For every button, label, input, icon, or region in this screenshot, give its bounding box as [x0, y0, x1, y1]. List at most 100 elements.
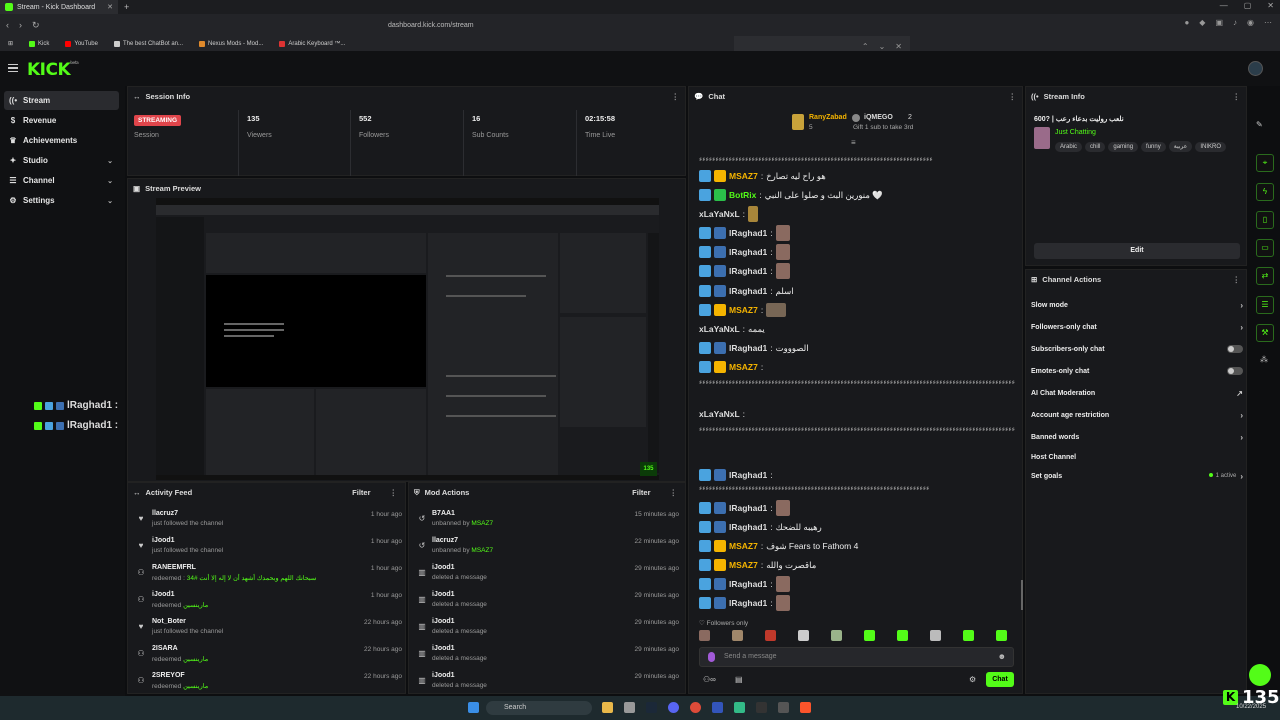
mod-action-username[interactable]: iJood1: [432, 672, 455, 679]
mod-action-username[interactable]: llacruz7: [432, 537, 458, 544]
back-icon[interactable]: ‹: [6, 20, 9, 30]
emote-icon[interactable]: [831, 630, 842, 641]
discord-icon[interactable]: [668, 702, 679, 713]
app-icon[interactable]: [778, 702, 789, 713]
chat-username[interactable]: xLaYaNxL: [699, 409, 740, 419]
chat-username[interactable]: MSAZ7: [729, 560, 758, 570]
tool-shortcut-icon[interactable]: ⌖: [1256, 154, 1274, 172]
clipboard-icon[interactable]: ▤: [735, 675, 743, 684]
chat-bubble-icon[interactable]: ▭: [1256, 239, 1274, 257]
bookmark-chatbot[interactable]: The best ChatBot an...: [113, 40, 183, 47]
find-close-icon[interactable]: ✕: [895, 42, 902, 51]
channel-action-item[interactable]: AI Chat Moderation ↗: [1031, 384, 1243, 402]
bookmark-kick[interactable]: Kick: [29, 40, 49, 47]
channel-action-item[interactable]: Banned words ›: [1031, 428, 1243, 446]
chat-username[interactable]: lRaghad1: [729, 286, 767, 296]
emote-icon[interactable]: [864, 630, 875, 641]
forward-icon[interactable]: ›: [19, 20, 22, 30]
channel-action-item[interactable]: Host Channel: [1031, 448, 1243, 466]
mod-action-username[interactable]: B7AA1: [432, 510, 455, 517]
chat-username[interactable]: MSAZ7: [729, 305, 758, 315]
game-overlay-button[interactable]: [1249, 664, 1271, 686]
emote-icon[interactable]: [963, 630, 974, 641]
profile-icon[interactable]: ◉: [1247, 18, 1254, 27]
activity-username[interactable]: Not_Boter: [152, 618, 186, 625]
maximize-icon[interactable]: ▢: [1244, 1, 1252, 10]
stream-category[interactable]: Just Chatting: [1055, 129, 1096, 136]
chat-username[interactable]: lRaghad1: [729, 579, 767, 589]
chat-username[interactable]: xLaYaNxL: [699, 324, 740, 334]
app-icon[interactable]: [712, 702, 723, 713]
sidebar-item-channel[interactable]: ☰ Channel ⌄: [4, 171, 119, 190]
app-icon[interactable]: [734, 702, 745, 713]
chat-username[interactable]: lRaghad1: [729, 228, 767, 238]
address-bar[interactable]: dashboard.kick.com/stream: [368, 18, 912, 33]
extension-icon[interactable]: ◆: [1199, 18, 1205, 27]
chat-username[interactable]: MSAZ7: [729, 541, 758, 551]
activity-username[interactable]: 2ISARA: [152, 645, 178, 652]
reload-icon[interactable]: ↻: [32, 20, 40, 31]
extension-icon[interactable]: ▣: [1215, 18, 1223, 27]
minimize-icon[interactable]: —: [1220, 1, 1228, 10]
sidebar-item-revenue[interactable]: $ Revenue: [4, 111, 119, 130]
chat-username[interactable]: lRaghad1: [729, 247, 767, 257]
more-options-icon[interactable]: ⋮: [672, 92, 680, 101]
channel-action-item[interactable]: Subscribers-only chat: [1031, 340, 1243, 358]
chat-username[interactable]: lRaghad1: [729, 522, 767, 532]
chat-username[interactable]: lRaghad1: [729, 598, 767, 608]
taskbar-search[interactable]: Search: [486, 701, 592, 715]
bookmark-youtube[interactable]: YouTube: [65, 40, 98, 47]
user-avatar[interactable]: [1248, 61, 1263, 76]
list-icon[interactable]: ☰: [1256, 296, 1274, 314]
sidebar-item-settings[interactable]: ⚙ Settings ⌄: [4, 191, 119, 210]
windows-start-icon[interactable]: [468, 702, 479, 713]
brave-icon[interactable]: [800, 702, 811, 713]
steam-icon[interactable]: [646, 702, 657, 713]
mic-icon[interactable]: [708, 652, 715, 662]
mod-action-username[interactable]: iJood1: [432, 618, 455, 625]
chat-username[interactable]: xLaYaNxL: [699, 209, 740, 219]
toggle-switch[interactable]: [1227, 345, 1243, 353]
filter-button[interactable]: Filter: [352, 488, 370, 497]
emote-icon[interactable]: [765, 630, 776, 641]
apps-icon[interactable]: ⊞: [8, 40, 13, 47]
more-options-icon[interactable]: ⋮: [1233, 92, 1241, 101]
chat-input[interactable]: Send a message ☻: [699, 647, 1014, 667]
more-options-icon[interactable]: ⋮: [1233, 275, 1241, 284]
chat-username[interactable]: lRaghad1: [729, 343, 767, 353]
chat-username[interactable]: MSAZ7: [729, 171, 758, 181]
activity-username[interactable]: 2SREYOF: [152, 672, 185, 679]
chat-username[interactable]: lRaghad1: [729, 266, 767, 276]
channel-action-item[interactable]: Slow mode ›: [1031, 296, 1243, 314]
activity-username[interactable]: iJood1: [152, 591, 175, 598]
document-icon[interactable]: ▯: [1256, 211, 1274, 229]
sidebar-item-achievements[interactable]: ♛ Achievements: [4, 131, 119, 150]
lightning-icon[interactable]: ϟ: [1256, 183, 1274, 201]
raid-icon[interactable]: ⇄: [1256, 267, 1274, 285]
emote-icon[interactable]: [732, 630, 743, 641]
mod-action-by[interactable]: MSAZ7: [471, 520, 493, 527]
mod-action-username[interactable]: iJood1: [432, 591, 455, 598]
channel-action-item[interactable]: Set goals 1 active ›: [1031, 467, 1243, 485]
chat-username[interactable]: lRaghad1: [729, 503, 767, 513]
chat-tools-icon[interactable]: ⚇∞: [703, 675, 716, 684]
close-tab-icon[interactable]: ✕: [107, 3, 113, 11]
obs-icon[interactable]: [756, 702, 767, 713]
extension-icon[interactable]: ♪: [1233, 18, 1237, 27]
find-prev-icon[interactable]: ⌃: [862, 42, 869, 51]
wrench-icon[interactable]: ⚒: [1256, 324, 1274, 342]
chat-username[interactable]: lRaghad1: [729, 470, 767, 480]
channel-action-item[interactable]: Emotes-only chat: [1031, 362, 1243, 380]
bookmark-arabic-keyboard[interactable]: Arabic Keyboard ™...: [279, 40, 345, 47]
emote-icon[interactable]: [699, 630, 710, 641]
chrome-icon[interactable]: [690, 702, 701, 713]
channel-action-item[interactable]: Followers-only chat ›: [1031, 318, 1243, 336]
find-next-icon[interactable]: ⌄: [879, 42, 886, 51]
bookmark-nexus[interactable]: Nexus Mods - Mod...: [199, 40, 263, 47]
close-window-icon[interactable]: ✕: [1267, 1, 1274, 10]
more-options-icon[interactable]: ⋮: [1009, 92, 1017, 101]
chat-username[interactable]: BotRix: [729, 190, 756, 200]
activity-username[interactable]: llacruz7: [152, 510, 178, 517]
new-tab-icon[interactable]: +: [124, 2, 129, 12]
settings-cluster-icon[interactable]: ⁂: [1260, 355, 1268, 364]
